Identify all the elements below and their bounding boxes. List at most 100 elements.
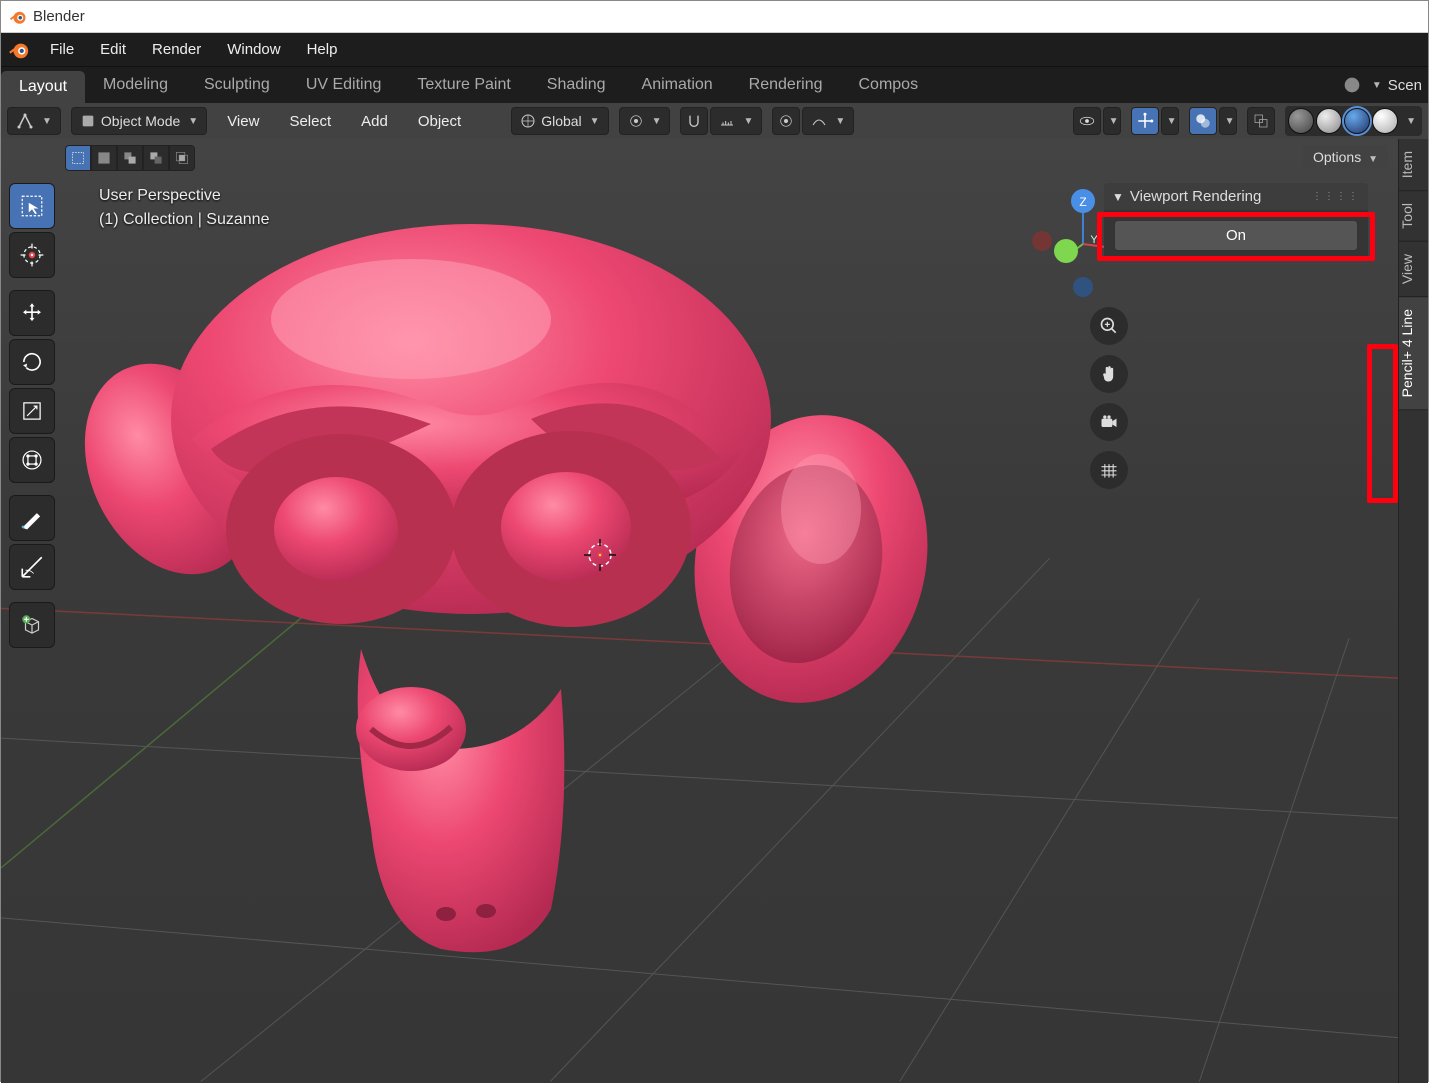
n-panel-header[interactable]: ▼ Viewport Rendering ⋮⋮⋮⋮ bbox=[1104, 183, 1368, 210]
proportional-toggle[interactable] bbox=[772, 107, 800, 135]
snap-toggle[interactable] bbox=[680, 107, 708, 135]
suzanne-mesh[interactable] bbox=[51, 209, 951, 989]
grid-icon bbox=[1099, 460, 1119, 480]
side-tab-item[interactable]: Item bbox=[1399, 139, 1428, 191]
scene-selector[interactable]: ▼ Scen bbox=[1335, 67, 1428, 103]
tool-cursor[interactable] bbox=[9, 232, 55, 278]
nav-zoom[interactable] bbox=[1090, 307, 1128, 345]
tab-texture-paint[interactable]: Texture Paint bbox=[399, 67, 528, 103]
nav-pan[interactable] bbox=[1090, 355, 1128, 393]
chevron-down-icon: ▼ bbox=[1112, 190, 1124, 204]
grip-icon[interactable]: ⋮⋮⋮⋮ bbox=[1312, 191, 1360, 202]
proportional-dropdown[interactable]: ▼ bbox=[802, 107, 854, 135]
menu-edit[interactable]: Edit bbox=[87, 33, 139, 66]
tab-sculpting[interactable]: Sculpting bbox=[186, 67, 288, 103]
window-title-bar: Blender bbox=[1, 1, 1428, 33]
scene-icon bbox=[1341, 74, 1363, 96]
tab-layout[interactable]: Layout bbox=[1, 71, 85, 103]
magnet-icon bbox=[686, 113, 702, 129]
tool-select-box[interactable] bbox=[9, 183, 55, 229]
camera-icon bbox=[1099, 412, 1119, 432]
main-area: Options ▼ bbox=[1, 139, 1428, 1083]
perspective-label: User Perspective bbox=[99, 187, 269, 205]
side-tab-view[interactable]: View bbox=[1399, 242, 1428, 297]
xray-icon bbox=[1252, 112, 1270, 130]
tab-modeling[interactable]: Modeling bbox=[85, 67, 186, 103]
mode-label: Object Mode bbox=[101, 113, 180, 129]
tool-measure[interactable] bbox=[9, 544, 55, 590]
tab-compositing[interactable]: Compos bbox=[841, 67, 937, 103]
select-mode-intersect[interactable] bbox=[169, 145, 195, 171]
snap-increment-icon bbox=[719, 113, 735, 129]
menu-bar: File Edit Render Window Help bbox=[1, 33, 1428, 66]
mode-dropdown[interactable]: Object Mode ▼ bbox=[71, 107, 207, 135]
svg-text:Y: Y bbox=[1090, 234, 1098, 246]
tool-rotate[interactable] bbox=[9, 339, 55, 385]
select-mode-invert[interactable] bbox=[143, 145, 169, 171]
gizmo-toggle[interactable] bbox=[1131, 107, 1159, 135]
n-panel: ▼ Viewport Rendering ⋮⋮⋮⋮ On bbox=[1104, 183, 1368, 261]
visibility-dropdown[interactable] bbox=[1073, 107, 1101, 135]
overlays-icon bbox=[1194, 112, 1212, 130]
orientation-dropdown[interactable]: Global ▼ bbox=[511, 107, 608, 135]
svg-text:Z: Z bbox=[1079, 195, 1086, 209]
shading-chev[interactable]: ▼ bbox=[1402, 116, 1420, 127]
editor-type-dropdown[interactable]: ▼ bbox=[7, 107, 61, 135]
snap-dropdown[interactable]: ▼ bbox=[710, 107, 762, 135]
menu-window[interactable]: Window bbox=[214, 33, 293, 66]
header-view[interactable]: View bbox=[217, 113, 269, 130]
tab-uv-editing[interactable]: UV Editing bbox=[288, 67, 400, 103]
shading-wireframe[interactable] bbox=[1288, 108, 1314, 134]
tool-annotate[interactable] bbox=[9, 495, 55, 541]
select-mode-subtract[interactable] bbox=[117, 145, 143, 171]
overlays-toggle[interactable] bbox=[1189, 107, 1217, 135]
visibility-chev[interactable]: ▼ bbox=[1103, 107, 1121, 135]
viewport-rendering-on-button[interactable]: On bbox=[1114, 220, 1358, 251]
blender-logo-icon bbox=[9, 8, 27, 26]
header-add[interactable]: Add bbox=[351, 113, 398, 130]
select-mode-buttons bbox=[65, 145, 195, 171]
nav-camera[interactable] bbox=[1090, 403, 1128, 441]
tool-transform[interactable] bbox=[9, 437, 55, 483]
tool-scale[interactable] bbox=[9, 388, 55, 434]
zoom-icon bbox=[1099, 316, 1119, 336]
shading-mode-group: ▼ bbox=[1285, 106, 1422, 136]
side-tab-pencil-line[interactable]: Pencil+ 4 Line bbox=[1399, 297, 1428, 410]
tab-rendering[interactable]: Rendering bbox=[731, 67, 841, 103]
eye-icon bbox=[1078, 112, 1096, 130]
shading-material[interactable] bbox=[1344, 108, 1370, 134]
select-mode-extend[interactable] bbox=[91, 145, 117, 171]
header-select[interactable]: Select bbox=[279, 113, 341, 130]
menu-file[interactable]: File bbox=[37, 33, 87, 66]
overlays-chev[interactable]: ▼ bbox=[1219, 107, 1237, 135]
pivot-dropdown[interactable]: ▼ bbox=[619, 107, 671, 135]
select-mode-new[interactable] bbox=[65, 145, 91, 171]
scene-name: Scen bbox=[1388, 77, 1422, 94]
gizmo-icon bbox=[1136, 112, 1154, 130]
tool-shelf bbox=[9, 183, 55, 648]
gizmo-chev[interactable]: ▼ bbox=[1161, 107, 1179, 135]
viewport-3d[interactable]: Options ▼ bbox=[1, 139, 1398, 1083]
app-menu-icon[interactable] bbox=[1, 33, 37, 66]
options-dropdown[interactable]: Options ▼ bbox=[1303, 145, 1388, 169]
xray-toggle[interactable] bbox=[1247, 107, 1275, 135]
window-title: Blender bbox=[33, 8, 85, 25]
header-object[interactable]: Object bbox=[408, 113, 471, 130]
orientation-label: Global bbox=[541, 113, 581, 129]
orientation-icon bbox=[520, 113, 536, 129]
tool-add-cube[interactable] bbox=[9, 602, 55, 648]
shading-solid[interactable] bbox=[1316, 108, 1342, 134]
tool-move[interactable] bbox=[9, 290, 55, 336]
menu-render[interactable]: Render bbox=[139, 33, 214, 66]
nav-buttons bbox=[1090, 307, 1128, 489]
nav-ortho[interactable] bbox=[1090, 451, 1128, 489]
viewport-header: ▼ Object Mode ▼ View Select Add Object G… bbox=[1, 103, 1428, 139]
proportional-icon bbox=[778, 113, 794, 129]
shading-rendered[interactable] bbox=[1372, 108, 1398, 134]
falloff-icon bbox=[811, 113, 827, 129]
tab-shading[interactable]: Shading bbox=[529, 67, 624, 103]
object-mode-icon bbox=[80, 113, 96, 129]
side-tab-tool[interactable]: Tool bbox=[1399, 191, 1428, 242]
menu-help[interactable]: Help bbox=[294, 33, 351, 66]
tab-animation[interactable]: Animation bbox=[624, 67, 731, 103]
